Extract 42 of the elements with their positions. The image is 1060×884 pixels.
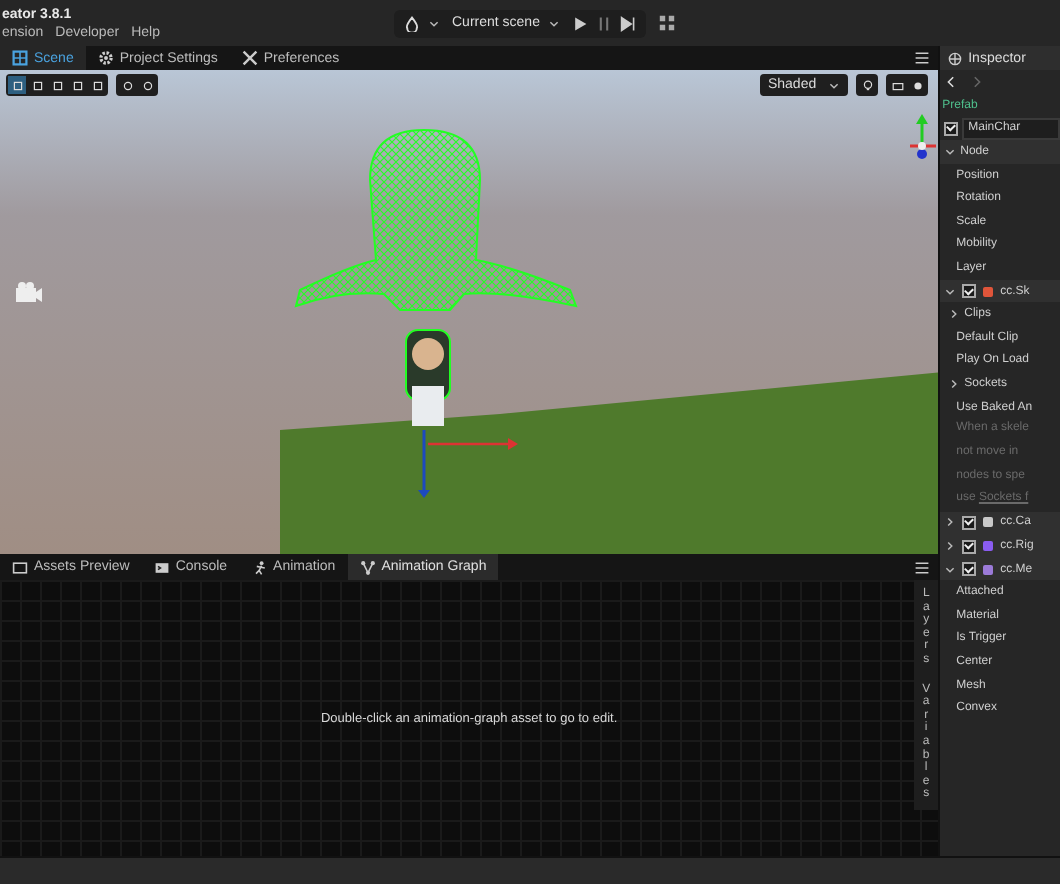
drop-icon[interactable]	[404, 15, 420, 31]
node-checkbox[interactable]	[944, 121, 959, 136]
grid-icon	[657, 14, 676, 32]
component-checkbox[interactable]	[962, 539, 977, 554]
chevron-icon	[948, 377, 961, 390]
forward-button[interactable]	[970, 76, 983, 88]
menu-button[interactable]	[914, 559, 931, 575]
play-button[interactable]	[571, 15, 588, 31]
chevron-icon	[428, 17, 440, 29]
pause-button[interactable]	[595, 15, 612, 31]
chevron-icon	[547, 17, 560, 29]
menu-icon	[914, 559, 931, 575]
rotate-tool-icon[interactable]	[28, 76, 46, 94]
preview-button[interactable]	[657, 14, 676, 32]
play-icon	[571, 15, 588, 31]
component-checkbox[interactable]	[962, 284, 977, 299]
back-icon	[946, 76, 959, 88]
chevron-icon	[944, 145, 957, 158]
image-icon	[12, 559, 28, 575]
move-tool-icon[interactable]	[8, 76, 26, 94]
component-checkbox[interactable]	[962, 515, 977, 530]
menu-icon	[914, 50, 931, 66]
terminal-icon	[153, 559, 170, 575]
back-button[interactable]	[946, 76, 959, 88]
light-bulb-icon[interactable]	[858, 76, 877, 94]
local-toggle-icon[interactable]	[118, 76, 136, 94]
scale-tool-icon[interactable]	[48, 76, 66, 94]
step-icon	[619, 15, 636, 31]
component-checkbox[interactable]	[962, 562, 977, 577]
forward-icon	[970, 76, 983, 88]
node-graph-icon	[359, 559, 376, 575]
step-button[interactable]	[619, 15, 636, 31]
grid-icon	[12, 50, 28, 66]
globe-icon	[948, 51, 963, 65]
pause-icon	[595, 15, 612, 31]
drop-shape	[404, 15, 420, 31]
snap-tool-icon[interactable]	[88, 76, 106, 94]
running-figure-icon	[251, 559, 268, 575]
menu-button[interactable]	[914, 50, 931, 66]
rect-tool-icon[interactable]	[68, 76, 86, 94]
pivot-toggle-icon[interactable]	[138, 76, 156, 94]
chevron-icon	[828, 79, 841, 91]
